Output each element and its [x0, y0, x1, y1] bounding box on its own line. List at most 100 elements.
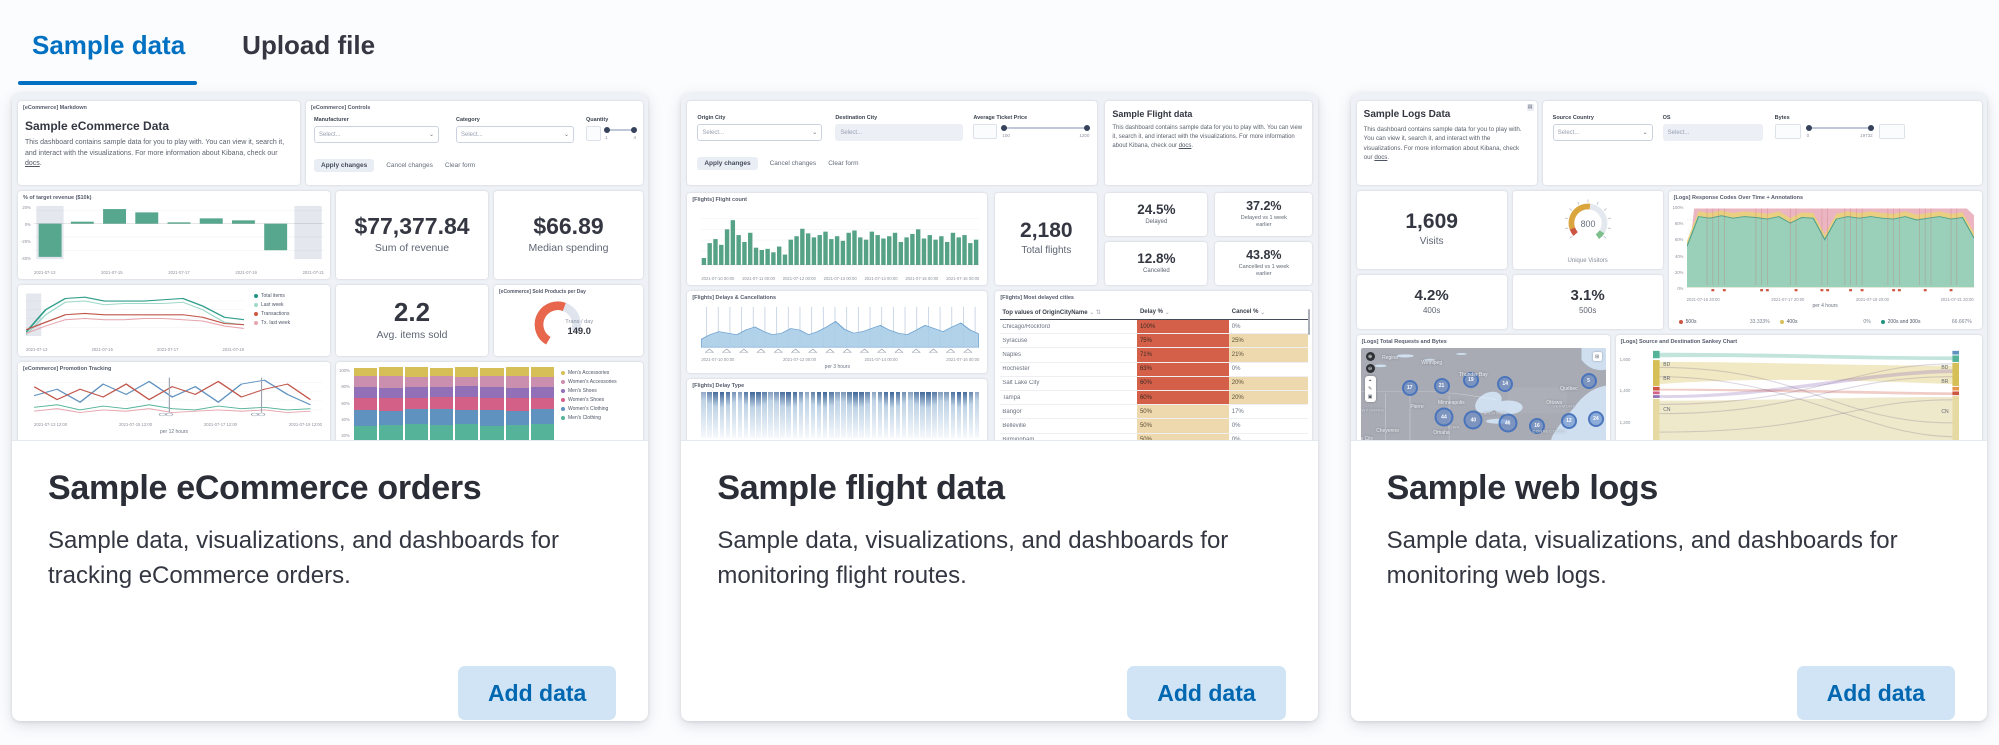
- axis-tick: 2021-07-13 00:00: [824, 276, 857, 281]
- panel-logs-markdown: Sample Logs Data This dashboard contains…: [1357, 101, 1537, 185]
- select-placeholder: Select...: [319, 132, 341, 138]
- chevron-down-icon: ⌄: [812, 129, 817, 136]
- legend-item: Men's Accessories: [561, 370, 639, 376]
- destination-city-label: Destination City: [835, 115, 963, 121]
- unique-visitors-gauge: 800: [1543, 195, 1633, 251]
- add-data-button[interactable]: Add data: [1127, 666, 1285, 720]
- axis-tick: 20%: [21, 205, 31, 210]
- sankey-axis-tick: 1,600: [1620, 357, 1631, 362]
- metric-value: 24.5%: [1137, 203, 1175, 217]
- x-axis-label: per 12 hours: [18, 429, 330, 435]
- stacked-column: [506, 367, 529, 441]
- panel-sankey: [Logs] Source and Destination Sankey Cha…: [1616, 335, 1982, 441]
- panel-cancelled-vs-metric: 43.8%Cancelled vs 1 week earlier: [1215, 242, 1312, 285]
- flights-dashboard-preview: Origin City Select...⌄ Destination City …: [681, 93, 1317, 441]
- x-axis-dates: 2021-07-132021-07-152021-07-172021-07-19: [26, 347, 244, 352]
- axis-tick: 2021-07-17 12:00: [204, 422, 237, 427]
- panel-sum-revenue: $77,377.84Sum of revenue: [336, 191, 488, 279]
- axis-tick: 2021-07-13: [34, 270, 55, 275]
- select-placeholder: Select...: [702, 130, 724, 136]
- card-sample-flights: Origin City Select...⌄ Destination City …: [681, 93, 1317, 721]
- panel-response-codes: [Logs] Response Codes Over Time + Annota…: [1669, 191, 1982, 329]
- legend-item: Last week: [254, 302, 324, 308]
- stacked-column: [455, 367, 478, 441]
- metric-label: Delayed: [1145, 219, 1167, 227]
- panel-cancelled-metric: 12.8%Cancelled: [1105, 242, 1207, 285]
- axis-tick: 2021-07-17 20:00: [1771, 297, 1804, 302]
- y-axis-ticks: 100%80%60%40%20%: [339, 368, 350, 438]
- flight-count-bar-chart: [701, 206, 979, 268]
- map-place-label: Cheyenne: [1376, 428, 1399, 434]
- gauge-label: Unique Visitors: [1513, 258, 1663, 264]
- panel-requests-map: [Logs] Total Requests and Bytes 17211914…: [1357, 335, 1610, 441]
- chevron-down-icon: ⌄: [1643, 129, 1648, 136]
- metric-label: Avg. items sold: [376, 329, 447, 342]
- panel-400s: 4.2%400s: [1357, 275, 1507, 329]
- markdown-period: .: [1191, 143, 1193, 149]
- axis-tick: 80%: [1673, 221, 1684, 226]
- tab-sample-data[interactable]: Sample data: [30, 30, 187, 85]
- markdown-heading: Sample Flight data: [1105, 101, 1312, 119]
- metric-value: $66.89: [533, 215, 603, 238]
- legend-dot-icon: [561, 398, 565, 402]
- stacked-column: [379, 367, 402, 441]
- metric-label: Delayed vs 1 week earlier: [1236, 215, 1291, 229]
- category-select: Select...⌄: [456, 126, 574, 143]
- card-description: Sample data, visualizations, and dashboa…: [1387, 524, 1951, 594]
- axis-tick: 60%: [339, 401, 350, 406]
- panel-delayed-vs-metric: 37.2%Delayed vs 1 week earlier: [1215, 193, 1312, 236]
- origin-city-select: Select... ⌄: [697, 124, 822, 141]
- legend-dot-icon: [254, 312, 258, 316]
- table-row: Syracuse75%25%: [1000, 334, 1308, 348]
- add-data-button[interactable]: Add data: [458, 666, 616, 720]
- bytes-input: [1775, 124, 1801, 139]
- axis-tick: 2021-07-15 00:00: [905, 276, 938, 281]
- card-description: Sample data, visualizations, and dashboa…: [48, 524, 612, 594]
- tab-upload-file[interactable]: Upload file: [240, 30, 377, 85]
- map-zoom-out-icon: ⊖: [1366, 364, 1375, 373]
- category-label: Category: [456, 117, 574, 123]
- card-sample-ecommerce: [eCommerce] Markdown Sample eCommerce Da…: [12, 93, 648, 721]
- legend-item: Women's Accessories: [561, 379, 639, 385]
- clear-form-button: Clear form: [828, 160, 858, 167]
- legend-item: Tx. last week: [254, 320, 324, 326]
- axis-tick: 40%: [1673, 254, 1684, 259]
- legend-dot-icon: [254, 321, 258, 325]
- x-axis-dates: 2021-07-15 20:002021-07-17 20:002021-07-…: [1687, 297, 1974, 302]
- x-axis-label: per 3 hours: [687, 364, 987, 370]
- axis-tick: 2021-07-19: [223, 347, 244, 352]
- metric-value: 1,609: [1405, 211, 1458, 232]
- panel-avg-items: 2.2Avg. items sold: [336, 285, 488, 356]
- panel-flight-count: [Flights] Flight count 2021-07-10 00:002…: [687, 193, 987, 285]
- sankey-node-label: BR: [1941, 379, 1948, 385]
- add-data-button[interactable]: Add data: [1797, 666, 1955, 720]
- delayed-cities-table: Top values of OriginCityName ⌄ ⇅Delay % …: [1000, 305, 1308, 441]
- axis-tick: 2021-07-15 12:00: [119, 422, 152, 427]
- sankey-node-label: BD: [1941, 365, 1948, 371]
- markdown-body: This dashboard contains sample data for …: [18, 133, 300, 170]
- axis-tick: 2021-07-21: [303, 270, 324, 275]
- legend-item: 400s0%: [1780, 319, 1871, 325]
- axis-tick: 2021-07-15: [92, 347, 113, 352]
- promotion-line-chart: [34, 375, 322, 419]
- map-toolbar: ⊕⊖⌖✎▣: [1365, 352, 1376, 402]
- axis-tick: 0%: [21, 222, 31, 227]
- response-codes-area-chart: [1687, 204, 1974, 294]
- panel-total-flights: 2,180Total flights: [995, 193, 1097, 285]
- sankey-node-label: BD: [1663, 362, 1670, 368]
- map-layers-icon: ▣: [1368, 394, 1373, 400]
- panel-delays-cancellations: [Flights] Delays & Cancellations 2021-07…: [687, 291, 987, 373]
- stacked-column: [430, 367, 453, 441]
- revenue-bar-chart: [34, 203, 324, 265]
- price-input: [973, 124, 997, 139]
- panel-title: [Logs] Response Codes Over Time + Annota…: [1669, 191, 1982, 201]
- legend-dot-icon: [561, 389, 565, 393]
- chart-legend: Total itemsLast weekTransactionsTx. last…: [254, 293, 324, 326]
- legend-item: 200s and 300s66.667%: [1881, 319, 1972, 325]
- price-slider: [1002, 127, 1089, 129]
- legend-dot-icon: [254, 294, 258, 298]
- chart-legend: 500s33.333%400s0%200s and 300s66.667%: [1679, 319, 1972, 325]
- quantity-label: Quantity: [586, 117, 636, 123]
- x-axis-dates: 2021-07-10 00:002021-07-11 00:002021-07-…: [701, 276, 979, 281]
- map-place-label: ke City: [1361, 436, 1374, 441]
